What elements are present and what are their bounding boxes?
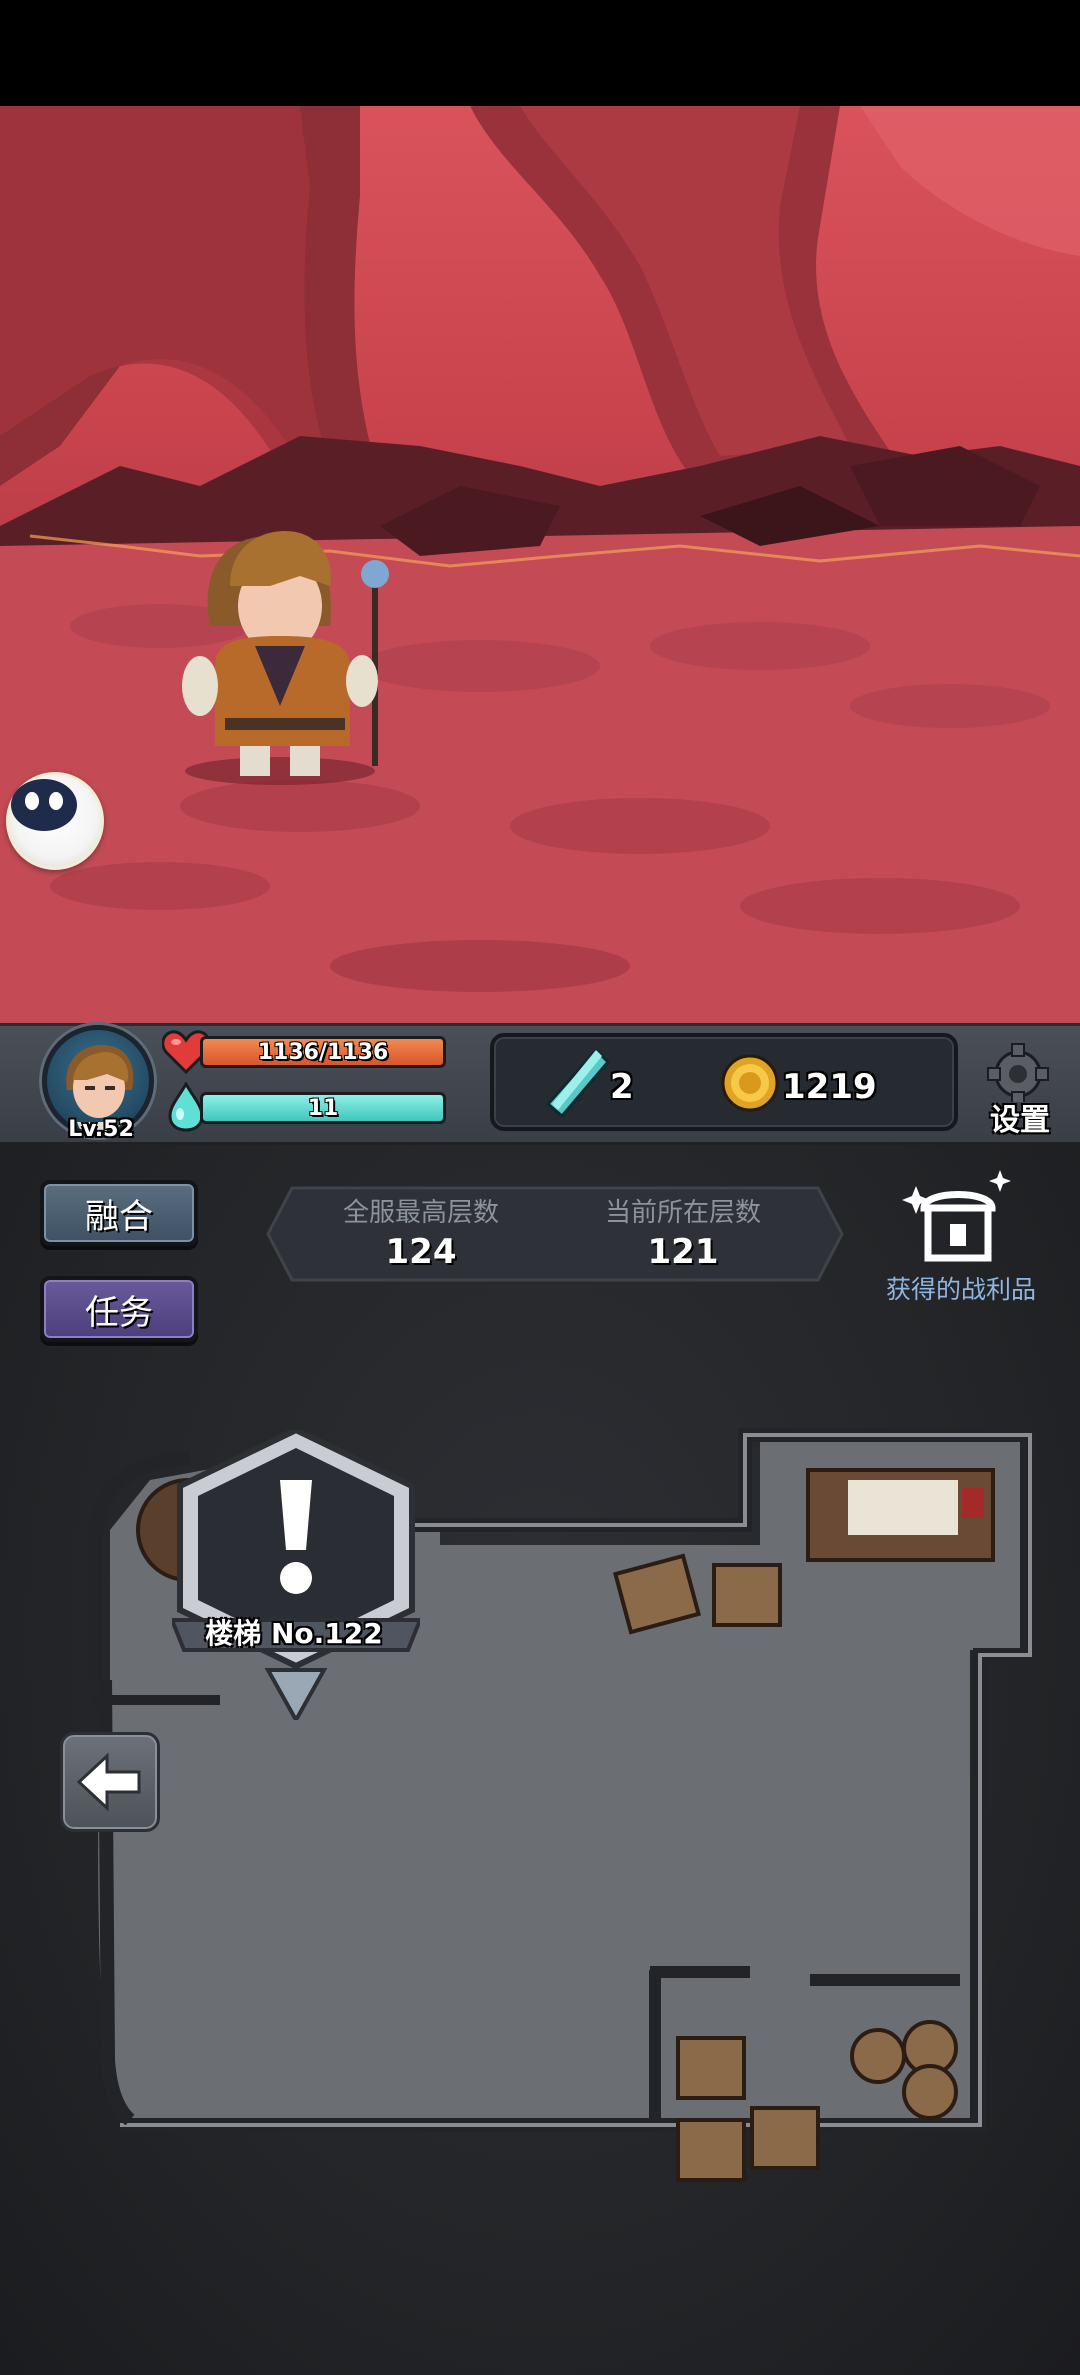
gold-count: 1219 bbox=[782, 1067, 877, 1107]
hp-bar: 1136/1136 bbox=[200, 1036, 446, 1068]
loot-label[interactable]: 获得的战利品 bbox=[876, 1270, 1046, 1306]
crystal-icon bbox=[546, 1048, 610, 1118]
hp-text: 1136/1136 bbox=[257, 1039, 389, 1065]
battle-scene bbox=[0, 106, 1080, 1023]
fuse-button[interactable]: 融合 bbox=[40, 1180, 198, 1246]
player-level: Lv.52 bbox=[68, 1117, 134, 1142]
gear-icon[interactable] bbox=[980, 1040, 1056, 1102]
mp-bar: 11 bbox=[200, 1092, 446, 1124]
stairs-label: 楼梯 No.122 bbox=[205, 1617, 383, 1650]
current-floor-label: 当前所在层数 bbox=[604, 1198, 761, 1228]
task-button[interactable]: 任务 bbox=[40, 1276, 198, 1342]
server-best-label: 全服最高层数 bbox=[342, 1198, 499, 1228]
back-button[interactable] bbox=[60, 1732, 160, 1832]
stairs-marker[interactable] bbox=[172, 1430, 420, 1720]
status-bar bbox=[0, 0, 1080, 106]
crystal-count: 2 bbox=[610, 1067, 634, 1107]
floor-info-panel: 全服最高层数 124 当前所在层数 121 bbox=[262, 1180, 848, 1288]
mp-text: 11 bbox=[307, 1095, 339, 1121]
treasure-chest-icon[interactable] bbox=[900, 1168, 1018, 1268]
pet-ghost-icon[interactable] bbox=[6, 772, 104, 870]
settings-button[interactable]: 设置 bbox=[978, 1095, 1062, 1139]
server-best-value: 124 bbox=[385, 1232, 457, 1272]
gold-coin-icon bbox=[721, 1054, 779, 1112]
volcanic-background bbox=[0, 106, 1080, 1023]
current-floor-value: 121 bbox=[647, 1232, 719, 1272]
dungeon-map bbox=[88, 1428, 1037, 2182]
arrow-left-icon bbox=[76, 1752, 141, 1812]
